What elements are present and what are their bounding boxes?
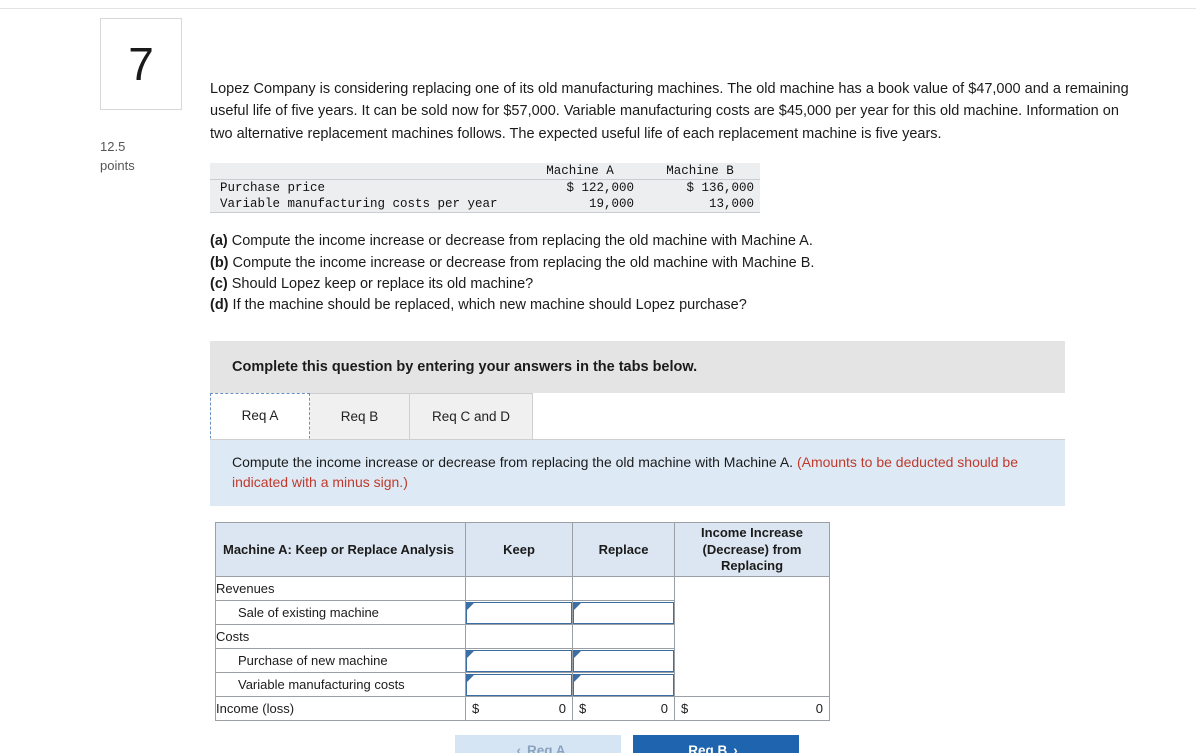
chevron-left-icon: ‹ <box>516 743 521 753</box>
tab-req-c-and-d[interactable]: Req C and D <box>410 392 534 439</box>
income-loss-increase-symbol: $ <box>681 701 689 716</box>
answer-col-keep: Keep <box>465 522 573 577</box>
points-block: 12.5 points <box>100 138 190 176</box>
question-number-box: 7 <box>100 18 182 110</box>
tab-req-b-label: Req B <box>340 408 379 424</box>
top-divider <box>0 8 1196 9</box>
income-increase-blank-cell <box>674 576 830 697</box>
chevron-right-icon: › <box>733 743 738 753</box>
purchase-new-replace-cell[interactable] <box>572 648 675 673</box>
purchase-price-machine-a: $ 122,000 <box>566 181 634 196</box>
sale-existing-replace-cell[interactable] <box>572 600 675 625</box>
income-loss-increase-value: 0 <box>815 701 823 716</box>
row-label-purchase-of-new-machine: Purchase of new machine <box>215 648 466 673</box>
revenues-replace-cell <box>572 576 675 601</box>
next-req-button[interactable]: Req B › <box>633 735 799 753</box>
prev-req-button[interactable]: ‹ Req A <box>455 735 621 753</box>
requirement-a: (a) Compute the income increase or decre… <box>210 231 1140 252</box>
row-label-revenues: Revenues <box>215 576 466 601</box>
variable-costs-machine-b: 13,000 <box>640 196 760 214</box>
purchase-price-machine-b: $ 136,000 <box>686 181 754 196</box>
tab-navigation: ‹ Req A Req B › <box>455 735 1140 753</box>
table-row: Income (loss) $ 0 $ 0 $ 0 <box>215 696 830 721</box>
costs-replace-cell <box>572 624 675 649</box>
variable-costs-machine-a: 19,000 <box>520 196 640 214</box>
machine-data-table: Machine A Machine B Purchase price $ 122… <box>210 163 760 214</box>
income-loss-replace-cell: $ 0 <box>572 696 675 721</box>
requirement-c-marker: (c) <box>210 276 228 293</box>
requirement-d-text: If the machine should be replaced, which… <box>232 297 747 314</box>
row-label-costs: Costs <box>215 624 466 649</box>
points-label: points <box>100 157 135 173</box>
requirement-a-marker: (a) <box>210 233 228 250</box>
requirement-b: (b) Compute the income increase or decre… <box>210 253 1140 274</box>
variable-costs-replace-cell[interactable] <box>572 672 675 697</box>
row-label-variable-costs: Variable manufacturing costs per year <box>210 196 520 214</box>
row-label-variable-manufacturing-costs: Variable manufacturing costs <box>215 672 466 697</box>
tab-prompt-main: Compute the income increase or decrease … <box>232 453 794 470</box>
purchase-new-keep-input[interactable] <box>466 649 572 672</box>
sale-existing-keep-cell[interactable] <box>465 600 573 625</box>
requirement-b-text: Compute the income increase or decrease … <box>232 254 815 271</box>
row-label-sale-of-existing-machine: Sale of existing machine <box>215 600 466 625</box>
instruction-banner-text: Complete this question by entering your … <box>232 358 698 375</box>
costs-keep-cell <box>465 624 573 649</box>
tab-req-b[interactable]: Req B <box>310 392 410 439</box>
sale-existing-keep-input[interactable] <box>466 601 572 624</box>
variable-costs-keep-cell[interactable] <box>465 672 573 697</box>
answer-col-replace: Replace <box>572 522 675 577</box>
requirement-a-text: Compute the income increase or decrease … <box>231 233 813 250</box>
income-loss-replace-symbol: $ <box>579 701 587 716</box>
answer-table-wrapper: Machine A: Keep or Replace Analysis Keep… <box>215 522 830 721</box>
requirement-tabs: Req A Req B Req C and D <box>210 392 1065 440</box>
question-intro-text: Lopez Company is considering replacing o… <box>210 81 1129 142</box>
col-header-machine-b: Machine B <box>640 163 760 181</box>
sale-existing-replace-input[interactable] <box>573 601 674 624</box>
answer-header-row: Machine A: Keep or Replace Analysis Keep… <box>215 522 830 577</box>
points-value: 12.5 <box>100 139 126 154</box>
requirement-c: (c) Should Lopez keep or replace its old… <box>210 274 1140 295</box>
income-loss-keep-cell: $ 0 <box>465 696 573 721</box>
answer-col-income-increase: Income Increase (Decrease) from Replacin… <box>674 522 830 577</box>
income-loss-keep-value: 0 <box>558 701 566 716</box>
requirement-c-text: Should Lopez keep or replace its old mac… <box>231 276 534 293</box>
tab-prompt: Compute the income increase or decrease … <box>210 439 1065 507</box>
income-loss-keep-symbol: $ <box>472 701 480 716</box>
row-label-purchase-price: Purchase price <box>220 181 326 196</box>
question-page: 7 12.5 points Lopez Company is consideri… <box>0 0 1196 753</box>
variable-costs-replace-input[interactable] <box>573 673 674 696</box>
tab-req-c-and-d-label: Req C and D <box>432 408 511 424</box>
prev-req-label: Req A <box>526 743 566 753</box>
instruction-banner: Complete this question by entering your … <box>210 340 1065 393</box>
table-header-row: Machine A Machine B <box>210 163 760 181</box>
revenues-keep-cell <box>465 576 573 601</box>
tab-req-a[interactable]: Req A <box>210 392 310 439</box>
col-header-blank <box>210 163 520 181</box>
purchase-new-replace-input[interactable] <box>573 649 674 672</box>
requirements-list: (a) Compute the income increase or decre… <box>210 231 1140 316</box>
main-column: Lopez Company is considering replacing o… <box>210 78 1140 753</box>
income-loss-increase-cell: $ 0 <box>674 696 830 721</box>
row-label-income-loss: Income (loss) <box>215 696 466 721</box>
requirement-d: (d) If the machine should be replaced, w… <box>210 295 1140 316</box>
next-req-label: Req B <box>688 743 728 753</box>
income-loss-replace-value: 0 <box>660 701 668 716</box>
table-row: Purchase price $ 122,000 $ 136,000 <box>210 179 760 197</box>
purchase-new-keep-cell[interactable] <box>465 648 573 673</box>
table-row: Revenues <box>215 576 830 697</box>
question-number: 7 <box>128 38 154 90</box>
variable-costs-keep-input[interactable] <box>466 673 572 696</box>
requirement-d-marker: (d) <box>210 297 229 314</box>
tab-req-a-label: Req A <box>241 408 279 424</box>
col-header-machine-a: Machine A <box>520 163 640 181</box>
requirement-b-marker: (b) <box>210 254 229 271</box>
answer-table: Machine A: Keep or Replace Analysis Keep… <box>215 522 830 721</box>
answer-col-title: Machine A: Keep or Replace Analysis <box>215 522 466 577</box>
table-row: Variable manufacturing costs per year 19… <box>210 196 760 214</box>
